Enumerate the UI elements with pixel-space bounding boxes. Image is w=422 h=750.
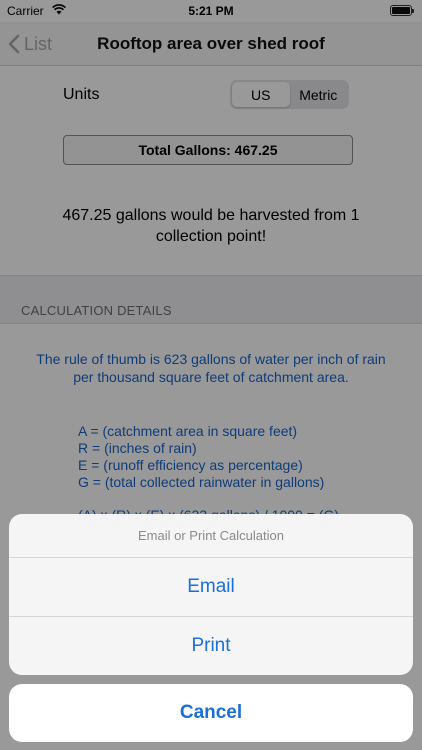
cancel-button[interactable]: Cancel [9,684,413,742]
action-sheet-title: Email or Print Calculation [9,514,413,558]
email-button[interactable]: Email [9,558,413,616]
print-button[interactable]: Print [9,616,413,674]
action-sheet: Email or Print Calculation Email Print [9,514,413,675]
screen: Carrier 5:21 PM List Rooftop area over s… [0,0,422,750]
